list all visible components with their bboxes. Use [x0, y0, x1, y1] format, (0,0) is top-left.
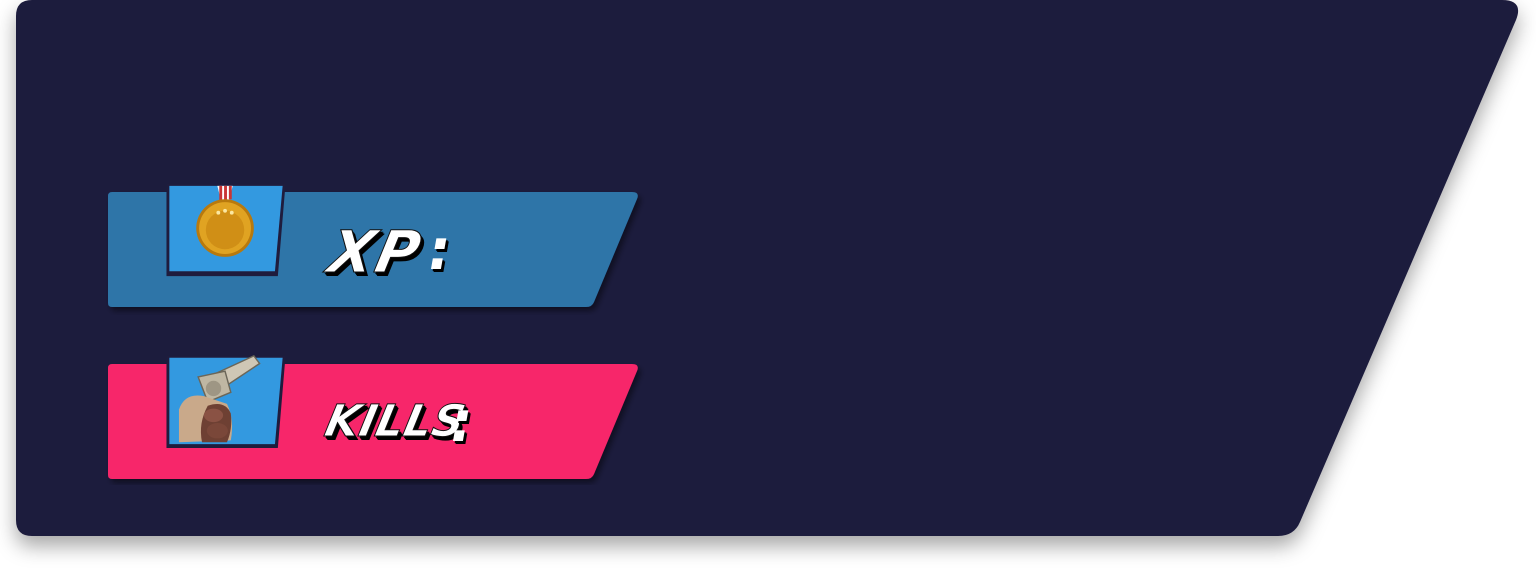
xp-icon-frame: [166, 183, 286, 277]
xp-stat-row: XP :: [0, 180, 1536, 315]
kills-stat-row: KILLS :: [0, 350, 1536, 485]
stats-panel: XP : KILLS :: [0, 0, 1536, 568]
xp-label: XP: [322, 218, 429, 287]
kills-icon-frame: [166, 354, 286, 448]
